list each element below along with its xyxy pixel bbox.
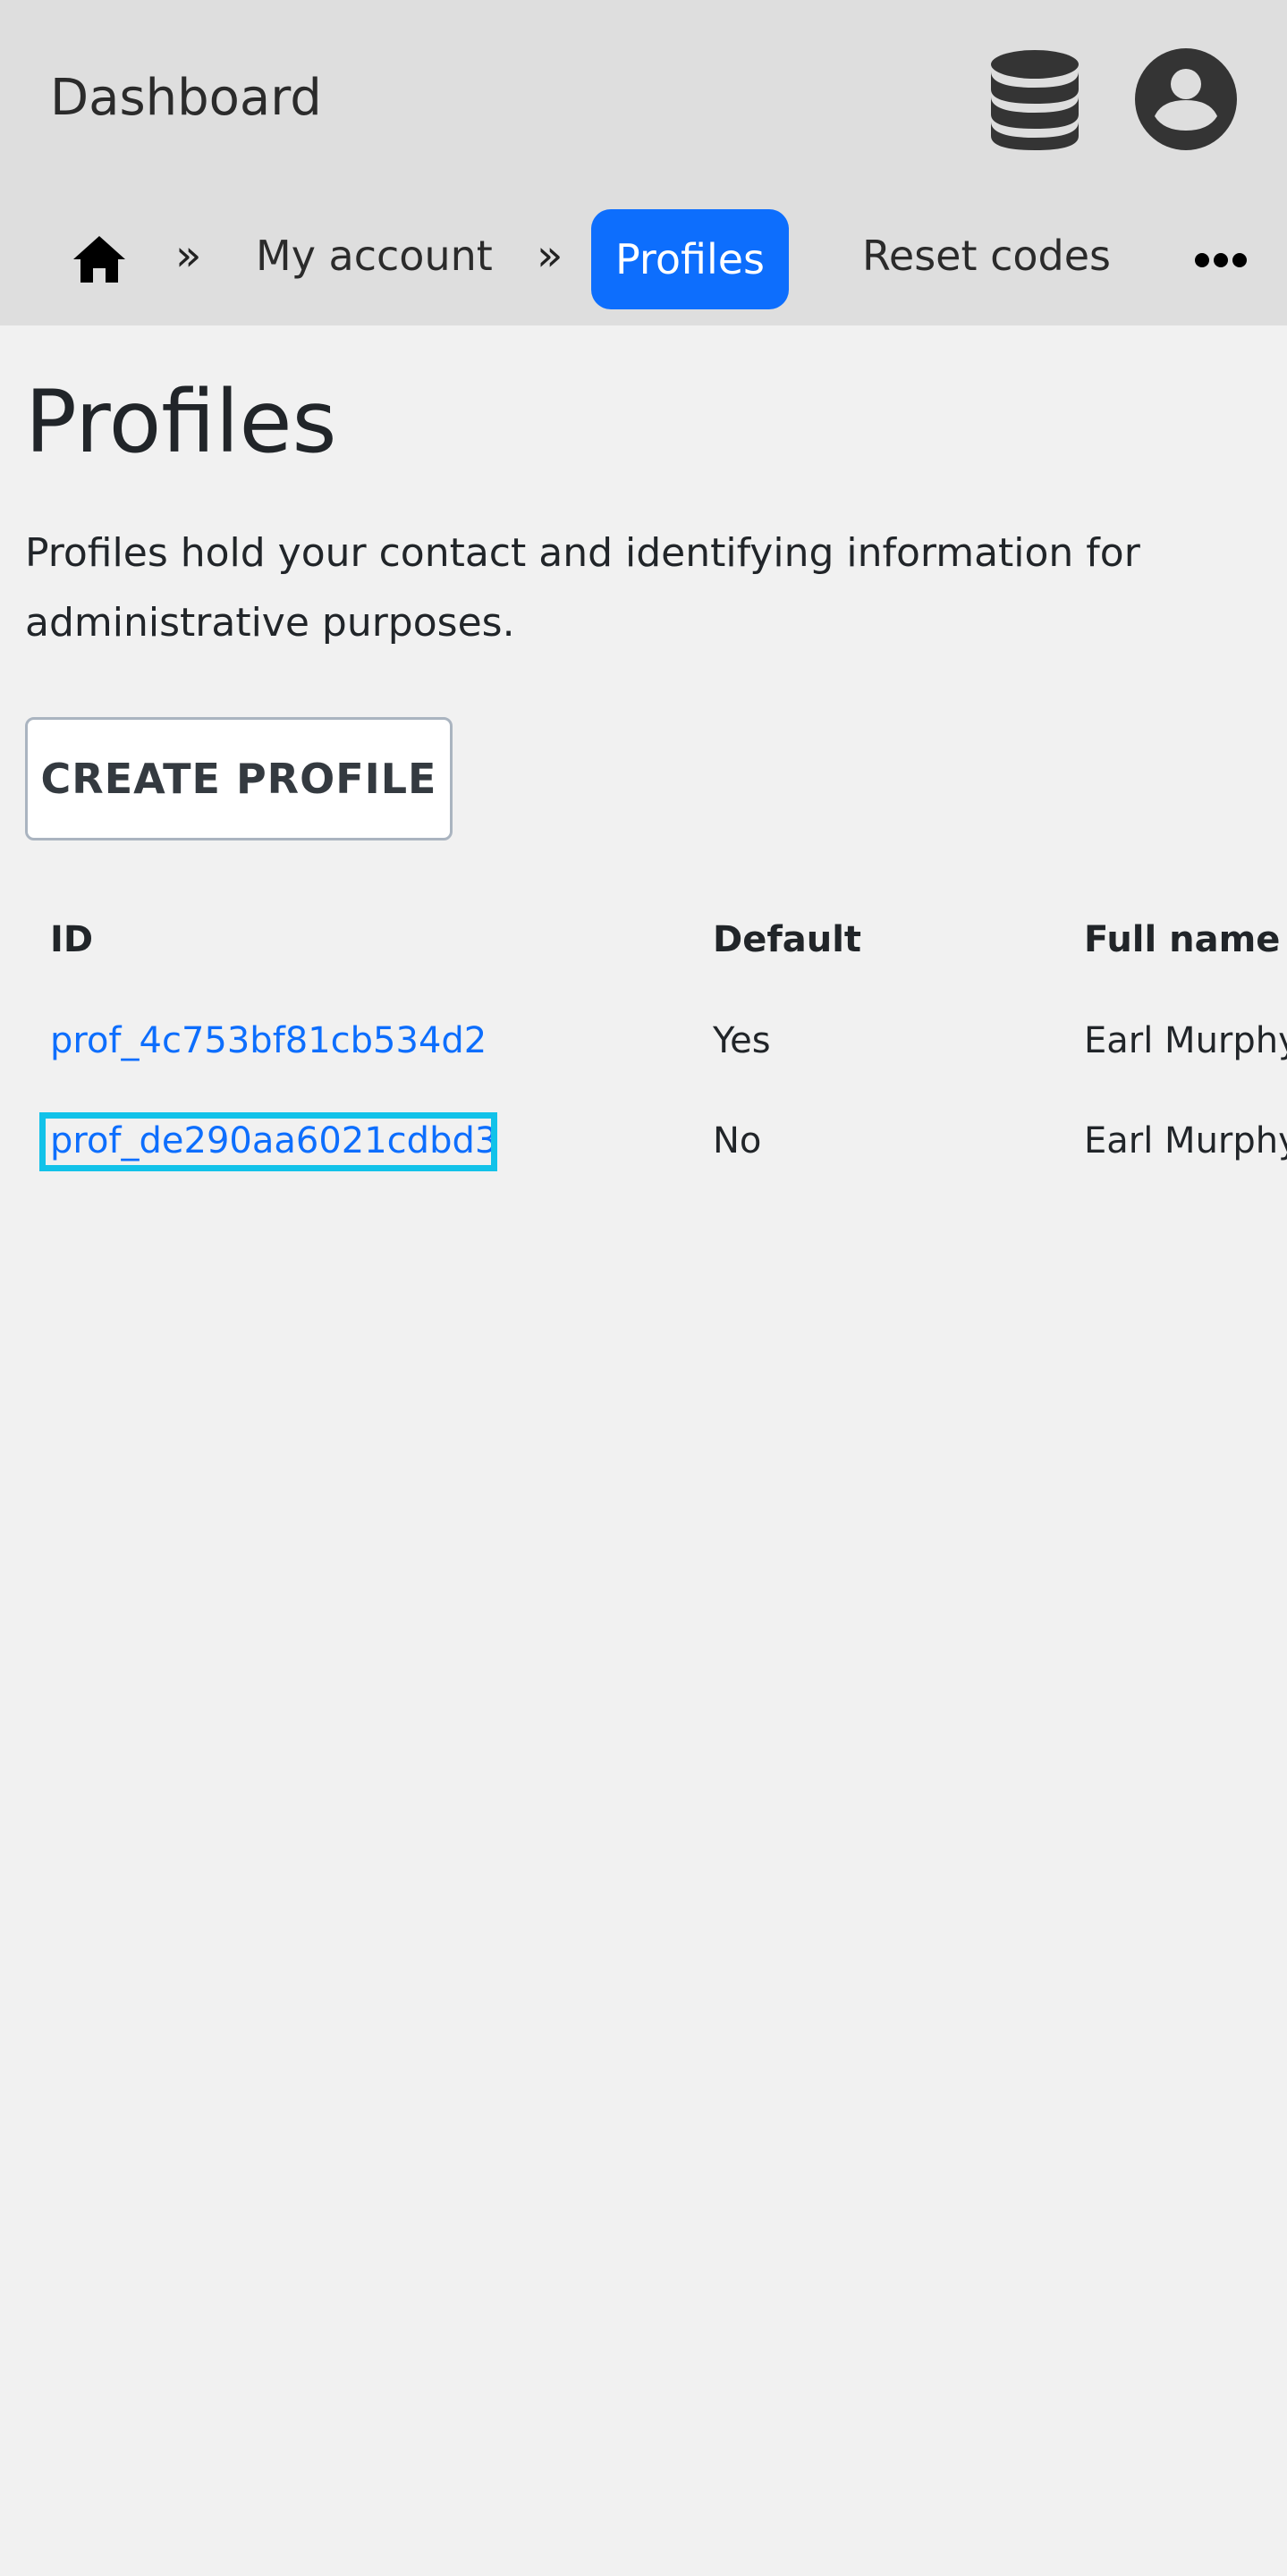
page-description: Profiles hold your contact and identifyi…: [25, 530, 1140, 646]
top-bar: Dashboard » My account » Profiles Reset …: [0, 0, 1287, 325]
breadcrumb-separator: »: [175, 231, 202, 281]
profile-full-name-cell: Earl Murphy: [1084, 1120, 1287, 1161]
column-header-default: Default: [713, 919, 862, 960]
home-icon[interactable]: [72, 234, 127, 284]
app-title: Dashboard: [50, 69, 322, 127]
nav-link-profiles[interactable]: Profiles: [591, 209, 789, 309]
page-title: Profiles: [25, 372, 337, 472]
profile-default-cell: No: [713, 1120, 762, 1161]
profile-id-link[interactable]: prof_4c753bf81cb534d2: [50, 1016, 487, 1066]
column-header-full-name: Full name: [1084, 919, 1281, 960]
profile-full-name-cell: Earl Murphy: [1084, 1020, 1287, 1061]
profile-default-cell: Yes: [713, 1020, 771, 1061]
create-profile-button[interactable]: CREATE PROFILE: [25, 717, 453, 840]
database-icon[interactable]: [989, 48, 1080, 152]
breadcrumb-nav: » My account » Profiles Reset codes: [0, 207, 1287, 309]
breadcrumb-separator: »: [537, 231, 563, 281]
more-dots-icon[interactable]: [1193, 250, 1249, 270]
nav-link-reset-codes[interactable]: Reset codes: [862, 229, 1111, 283]
focus-highlight: [39, 1112, 497, 1171]
user-circle-icon[interactable]: [1135, 48, 1237, 150]
column-header-id: ID: [50, 919, 94, 960]
nav-link-my-account[interactable]: My account: [256, 229, 493, 283]
